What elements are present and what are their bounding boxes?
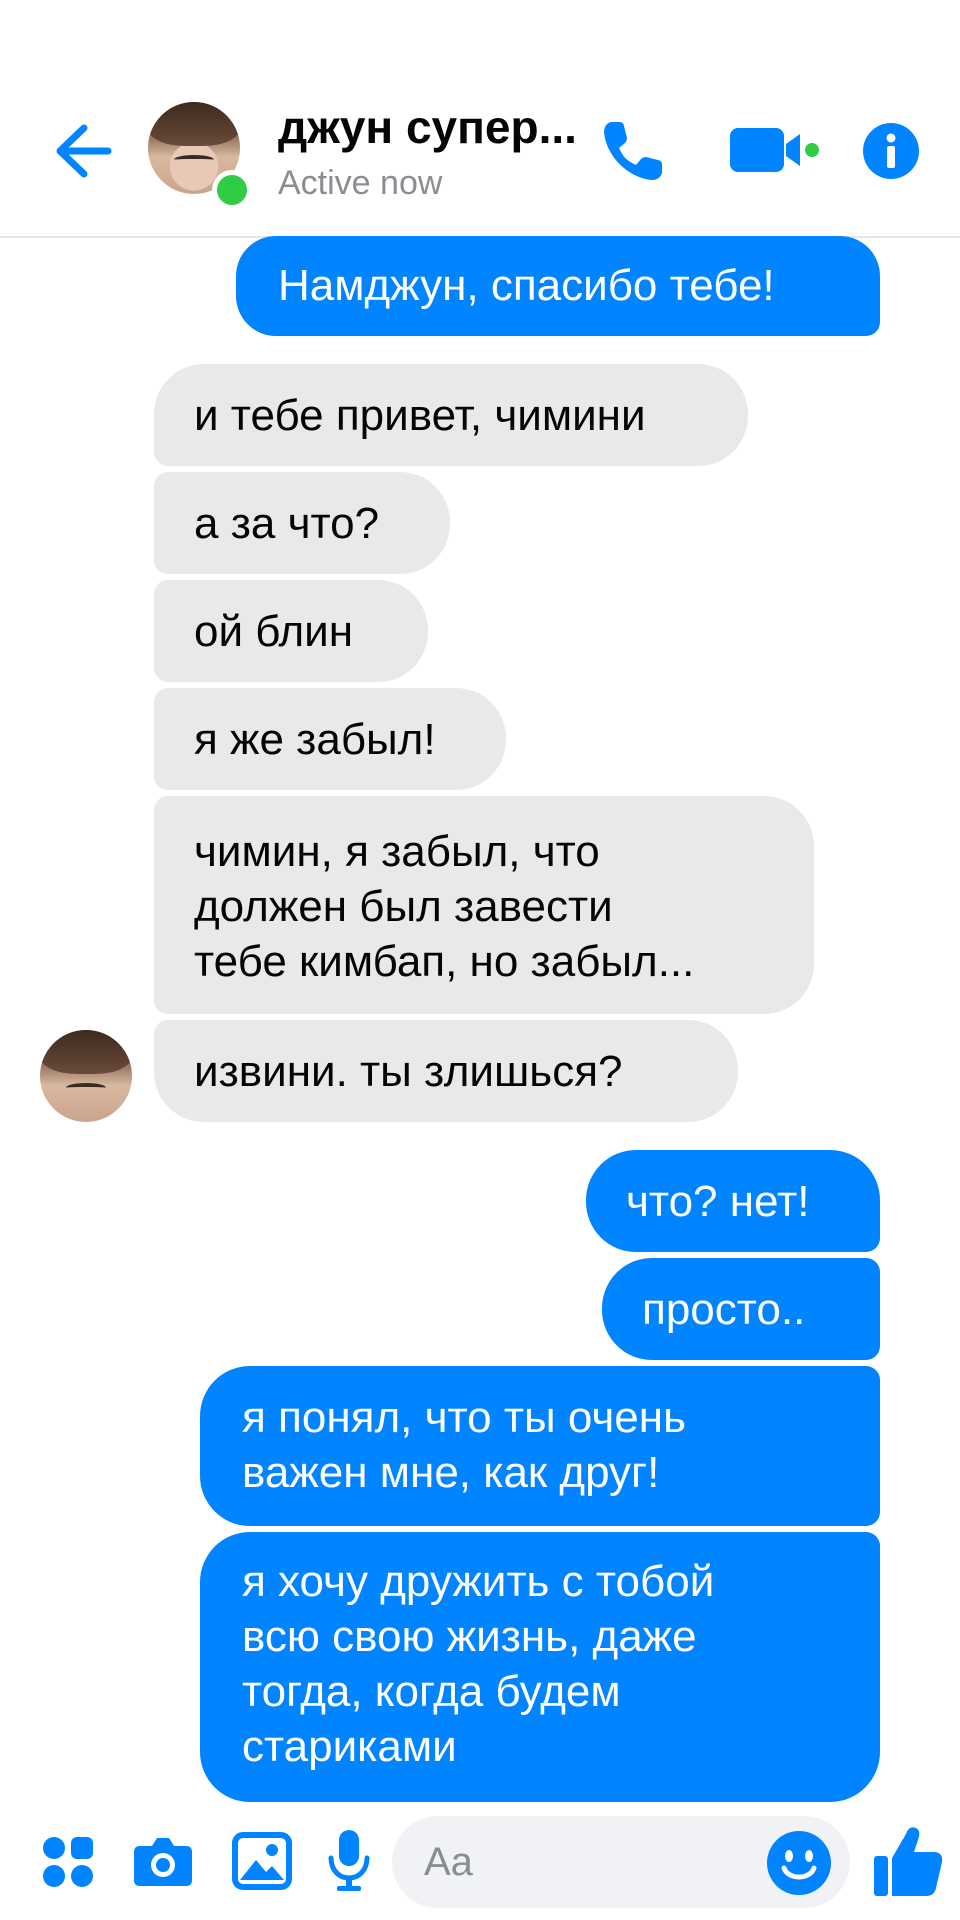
message-outgoing[interactable]: просто.. bbox=[602, 1258, 880, 1360]
message-incoming[interactable]: извини. ты злишься? bbox=[154, 1020, 738, 1122]
apps-icon[interactable] bbox=[40, 1834, 96, 1890]
online-status-dot bbox=[212, 170, 252, 210]
message-incoming[interactable]: чимин, я забыл, что должен был завести т… bbox=[154, 796, 814, 1014]
message-incoming[interactable]: ой блин bbox=[154, 580, 428, 682]
video-camera-icon[interactable] bbox=[728, 122, 820, 178]
message-incoming[interactable]: а за что? bbox=[154, 472, 450, 574]
message-outgoing[interactable]: Намджун, спасибо тебе! bbox=[236, 236, 880, 336]
message-outgoing[interactable]: я хочу дружить с тобой всю свою жизнь, д… bbox=[200, 1532, 880, 1802]
emoji-icon[interactable] bbox=[766, 1830, 832, 1896]
message-outgoing[interactable]: что? нет! bbox=[586, 1150, 880, 1252]
camera-icon[interactable] bbox=[132, 1832, 194, 1890]
contact-status: Active now bbox=[278, 164, 443, 202]
message-outgoing[interactable]: я понял, что ты очень важен мне, как дру… bbox=[200, 1366, 880, 1526]
phone-icon[interactable] bbox=[598, 116, 668, 186]
back-arrow-icon[interactable] bbox=[48, 118, 114, 184]
contact-name[interactable]: джун супер... bbox=[278, 100, 577, 154]
thumbs-up-icon[interactable] bbox=[872, 1822, 944, 1898]
message-incoming[interactable]: и тебе привет, чимини bbox=[154, 364, 748, 466]
image-icon[interactable] bbox=[232, 1832, 292, 1890]
microphone-icon[interactable] bbox=[326, 1828, 372, 1894]
message-incoming[interactable]: я же забыл! bbox=[154, 688, 506, 790]
info-icon[interactable] bbox=[862, 122, 920, 180]
conversation-header: джун супер... Active now bbox=[0, 0, 960, 238]
contact-avatar-small[interactable] bbox=[40, 1030, 132, 1122]
